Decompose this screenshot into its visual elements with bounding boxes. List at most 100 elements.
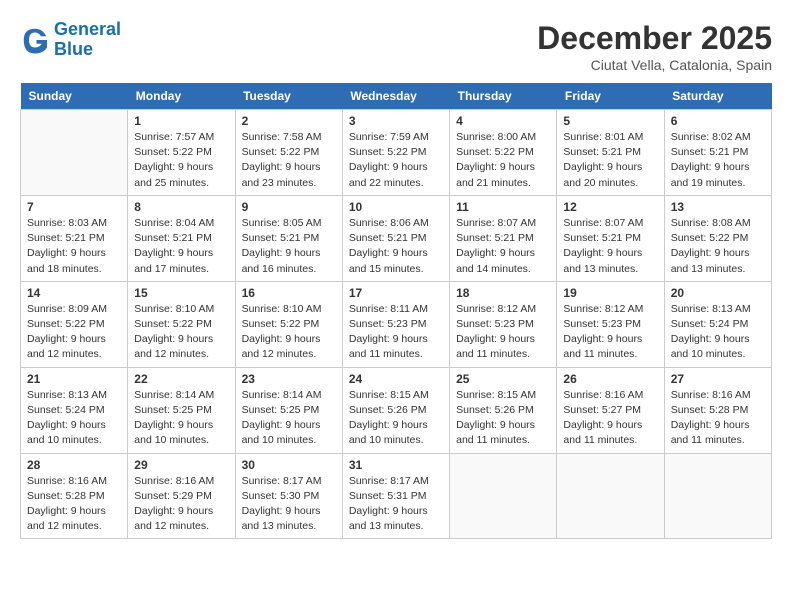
day-info: Sunrise: 8:11 AMSunset: 5:23 PMDaylight:…: [349, 302, 443, 363]
calendar-cell: 13Sunrise: 8:08 AMSunset: 5:22 PMDayligh…: [664, 195, 771, 281]
day-number: 2: [242, 114, 336, 128]
logo: General Blue: [20, 20, 121, 60]
weekday-header-row: SundayMondayTuesdayWednesdayThursdayFrid…: [21, 83, 772, 110]
calendar-cell: 25Sunrise: 8:15 AMSunset: 5:26 PMDayligh…: [450, 367, 557, 453]
day-info: Sunrise: 8:07 AMSunset: 5:21 PMDaylight:…: [456, 216, 550, 277]
day-number: 12: [563, 200, 657, 214]
day-info: Sunrise: 8:05 AMSunset: 5:21 PMDaylight:…: [242, 216, 336, 277]
day-number: 8: [134, 200, 228, 214]
day-info: Sunrise: 8:16 AMSunset: 5:28 PMDaylight:…: [671, 388, 765, 449]
day-number: 28: [27, 458, 121, 472]
day-info: Sunrise: 8:00 AMSunset: 5:22 PMDaylight:…: [456, 130, 550, 191]
day-number: 18: [456, 286, 550, 300]
calendar-cell: 30Sunrise: 8:17 AMSunset: 5:30 PMDayligh…: [235, 453, 342, 539]
calendar-cell: 10 Sunrise: 8:06 AMSunset: 5:21 PMDayligh…: [342, 195, 449, 281]
calendar-week-row: 28Sunrise: 8:16 AMSunset: 5:28 PMDayligh…: [21, 453, 772, 539]
calendar-week-row: 21 Sunrise: 8:13 AMSunset: 5:24 PMDayligh…: [21, 367, 772, 453]
day-number: 1: [134, 114, 228, 128]
calendar-week-row: 1 Sunrise: 7:57 AMSunset: 5:22 PMDaylight…: [21, 110, 772, 196]
title-area: December 2025 Ciutat Vella, Catalonia, S…: [537, 20, 772, 73]
day-info: Sunrise: 8:16 AMSunset: 5:29 PMDaylight:…: [134, 474, 228, 535]
day-number: 30: [242, 458, 336, 472]
calendar-week-row: 7 Sunrise: 8:03 AMSunset: 5:21 PMDaylight…: [21, 195, 772, 281]
day-number: 23: [242, 372, 336, 386]
calendar-cell: 9 Sunrise: 8:05 AMSunset: 5:21 PMDaylight…: [235, 195, 342, 281]
day-number: 11: [456, 200, 550, 214]
day-number: 17: [349, 286, 443, 300]
day-info: Sunrise: 8:17 AMSunset: 5:31 PMDaylight:…: [349, 474, 443, 535]
day-number: 4: [456, 114, 550, 128]
day-info: Sunrise: 8:14 AMSunset: 5:25 PMDaylight:…: [242, 388, 336, 449]
calendar-cell: 21 Sunrise: 8:13 AMSunset: 5:24 PMDayligh…: [21, 367, 128, 453]
day-number: 9: [242, 200, 336, 214]
day-info: Sunrise: 8:12 AMSunset: 5:23 PMDaylight:…: [456, 302, 550, 363]
weekday-header: Tuesday: [235, 83, 342, 110]
calendar-cell: [21, 110, 128, 196]
calendar-cell: 27 Sunrise: 8:16 AMSunset: 5:28 PMDayligh…: [664, 367, 771, 453]
logo-text: General Blue: [54, 20, 121, 60]
day-number: 26: [563, 372, 657, 386]
day-number: 31: [349, 458, 443, 472]
month-title: December 2025: [537, 20, 772, 57]
day-info: Sunrise: 7:57 AMSunset: 5:22 PMDaylight:…: [134, 130, 228, 191]
day-number: 10: [349, 200, 443, 214]
day-info: Sunrise: 8:10 AMSunset: 5:22 PMDaylight:…: [134, 302, 228, 363]
day-info: Sunrise: 7:58 AMSunset: 5:22 PMDaylight:…: [242, 130, 336, 191]
day-info: Sunrise: 8:13 AMSunset: 5:24 PMDaylight:…: [671, 302, 765, 363]
calendar-week-row: 14 Sunrise: 8:09 AMSunset: 5:22 PMDayligh…: [21, 281, 772, 367]
day-number: 20: [671, 286, 765, 300]
day-number: 15: [134, 286, 228, 300]
calendar-cell: 19Sunrise: 8:12 AMSunset: 5:23 PMDayligh…: [557, 281, 664, 367]
day-info: Sunrise: 8:06 AMSunset: 5:21 PMDaylight:…: [349, 216, 443, 277]
day-number: 6: [671, 114, 765, 128]
day-info: Sunrise: 8:15 AMSunset: 5:26 PMDaylight:…: [349, 388, 443, 449]
day-info: Sunrise: 8:15 AMSunset: 5:26 PMDaylight:…: [456, 388, 550, 449]
calendar-cell: 4 Sunrise: 8:00 AMSunset: 5:22 PMDaylight…: [450, 110, 557, 196]
weekday-header: Friday: [557, 83, 664, 110]
day-number: 29: [134, 458, 228, 472]
calendar-cell: 11 Sunrise: 8:07 AMSunset: 5:21 PMDayligh…: [450, 195, 557, 281]
calendar-cell: 24 Sunrise: 8:15 AMSunset: 5:26 PMDayligh…: [342, 367, 449, 453]
day-number: 14: [27, 286, 121, 300]
calendar-cell: 20 Sunrise: 8:13 AMSunset: 5:24 PMDayligh…: [664, 281, 771, 367]
calendar-cell: [557, 453, 664, 539]
day-number: 27: [671, 372, 765, 386]
calendar-cell: [450, 453, 557, 539]
day-number: 22: [134, 372, 228, 386]
day-number: 19: [563, 286, 657, 300]
day-number: 16: [242, 286, 336, 300]
day-number: 3: [349, 114, 443, 128]
calendar-cell: 26 Sunrise: 8:16 AMSunset: 5:27 PMDayligh…: [557, 367, 664, 453]
calendar-cell: 12 Sunrise: 8:07 AMSunset: 5:21 PMDayligh…: [557, 195, 664, 281]
calendar-cell: 16 Sunrise: 8:10 AMSunset: 5:22 PMDayligh…: [235, 281, 342, 367]
location: Ciutat Vella, Catalonia, Spain: [537, 57, 772, 73]
calendar-cell: 5 Sunrise: 8:01 AMSunset: 5:21 PMDaylight…: [557, 110, 664, 196]
day-info: Sunrise: 8:16 AMSunset: 5:27 PMDaylight:…: [563, 388, 657, 449]
day-info: Sunrise: 8:10 AMSunset: 5:22 PMDaylight:…: [242, 302, 336, 363]
calendar-cell: 23 Sunrise: 8:14 AMSunset: 5:25 PMDayligh…: [235, 367, 342, 453]
calendar-cell: 3Sunrise: 7:59 AMSunset: 5:22 PMDaylight…: [342, 110, 449, 196]
day-number: 5: [563, 114, 657, 128]
calendar-cell: 15 Sunrise: 8:10 AMSunset: 5:22 PMDayligh…: [128, 281, 235, 367]
weekday-header: Wednesday: [342, 83, 449, 110]
day-number: 21: [27, 372, 121, 386]
calendar-cell: 17 Sunrise: 8:11 AMSunset: 5:23 PMDayligh…: [342, 281, 449, 367]
day-number: 24: [349, 372, 443, 386]
day-number: 7: [27, 200, 121, 214]
weekday-header: Saturday: [664, 83, 771, 110]
page-header: General Blue December 2025 Ciutat Vella,…: [20, 20, 772, 73]
day-info: Sunrise: 8:13 AMSunset: 5:24 PMDaylight:…: [27, 388, 121, 449]
calendar-cell: 1 Sunrise: 7:57 AMSunset: 5:22 PMDaylight…: [128, 110, 235, 196]
weekday-header: Thursday: [450, 83, 557, 110]
calendar-table: SundayMondayTuesdayWednesdayThursdayFrid…: [20, 83, 772, 539]
day-info: Sunrise: 8:01 AMSunset: 5:21 PMDaylight:…: [563, 130, 657, 191]
calendar-cell: 31 Sunrise: 8:17 AMSunset: 5:31 PMDayligh…: [342, 453, 449, 539]
day-number: 13: [671, 200, 765, 214]
day-info: Sunrise: 8:09 AMSunset: 5:22 PMDaylight:…: [27, 302, 121, 363]
calendar-cell: 8Sunrise: 8:04 AMSunset: 5:21 PMDaylight…: [128, 195, 235, 281]
day-info: Sunrise: 8:03 AMSunset: 5:21 PMDaylight:…: [27, 216, 121, 277]
calendar-cell: 28Sunrise: 8:16 AMSunset: 5:28 PMDayligh…: [21, 453, 128, 539]
calendar-cell: [664, 453, 771, 539]
day-info: Sunrise: 8:07 AMSunset: 5:21 PMDaylight:…: [563, 216, 657, 277]
logo-icon: [20, 25, 50, 55]
